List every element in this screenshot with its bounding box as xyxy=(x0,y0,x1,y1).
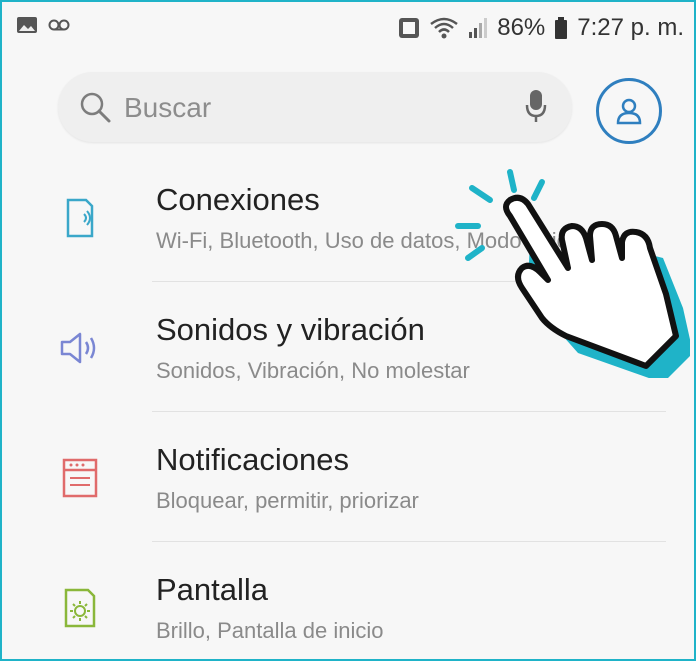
battery-icon xyxy=(555,17,568,39)
signal-icon xyxy=(469,18,488,38)
microphone-icon[interactable] xyxy=(524,88,548,124)
battery-percent: 86% xyxy=(497,14,546,41)
profile-button[interactable] xyxy=(596,78,662,144)
status-bar: 86% 7:27 p. m. xyxy=(2,2,694,48)
search-bar[interactable]: Buscar xyxy=(58,72,572,142)
gallery-icon xyxy=(17,17,37,33)
profile-icon xyxy=(616,98,642,125)
wifi-icon xyxy=(430,17,458,39)
sound-icon xyxy=(60,332,96,364)
volte-icon xyxy=(399,18,420,38)
item-subtitle: Brillo, Pantalla de inicio xyxy=(156,618,384,643)
item-subtitle: Bloquear, permitir, priorizar xyxy=(156,488,419,513)
item-title: Pantalla xyxy=(156,572,269,607)
tap-hand-icon xyxy=(455,169,690,378)
item-title: Conexiones xyxy=(156,182,320,217)
search-icon xyxy=(80,92,111,123)
voicemail-icon xyxy=(48,19,70,31)
screen-frame: 86% 7:27 p. m. Buscar Conexiones Wi-Fi, … xyxy=(0,0,696,661)
item-title: Sonidos y vibración xyxy=(156,312,425,347)
item-title: Notificaciones xyxy=(156,442,349,477)
display-icon xyxy=(64,588,96,628)
settings-item-display[interactable]: Pantalla Brillo, Pantalla de inicio xyxy=(2,542,694,659)
settings-item-notifications[interactable]: Notificaciones Bloquear, permitir, prior… xyxy=(2,412,694,542)
connections-icon xyxy=(66,198,94,238)
clock: 7:27 p. m. xyxy=(577,14,684,41)
notifications-icon xyxy=(62,458,98,498)
item-subtitle: Sonidos, Vibración, No molestar xyxy=(156,358,470,383)
search-input[interactable]: Buscar xyxy=(124,92,211,124)
